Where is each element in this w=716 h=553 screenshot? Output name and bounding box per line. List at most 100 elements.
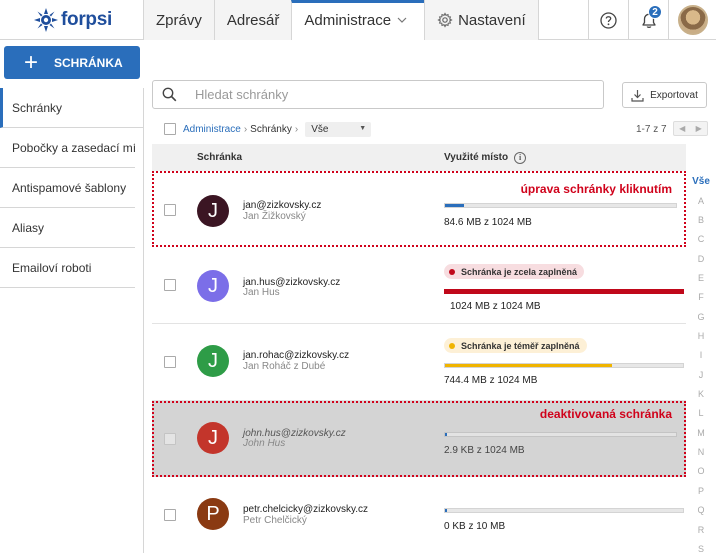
letter-o[interactable]: O [689, 462, 713, 481]
top-bar: forpsi Zprávy Adresář Administrace Nasta… [0, 0, 716, 40]
letter-j[interactable]: J [689, 365, 713, 384]
caret-down-icon: ▼ [359, 124, 367, 132]
export-label: Exportovat [650, 89, 698, 101]
search-box[interactable] [152, 80, 604, 109]
filter-select[interactable]: Vše ▼ [305, 121, 372, 137]
letter-a[interactable]: A [689, 191, 713, 210]
letter-q[interactable]: Q [689, 501, 713, 520]
letter-c[interactable]: C [689, 230, 713, 249]
letter-i[interactable]: I [689, 346, 713, 365]
usage-text: 0 KB z 10 MB [444, 521, 506, 532]
mailbox-email: jan@zizkovsky.cz [243, 200, 322, 211]
search-input[interactable] [195, 87, 575, 102]
breadcrumb-root[interactable]: Administrace [183, 124, 241, 135]
info-icon[interactable]: i [514, 151, 527, 164]
avatar: J [197, 270, 229, 302]
sidebar-item-aliases[interactable]: Aliasy [0, 208, 135, 248]
main-tabs: Zprávy Adresář Administrace Nastavení [143, 0, 539, 40]
row-checkbox[interactable] [164, 509, 176, 521]
sidebar-item-antispam[interactable]: Antispamové šablony [0, 168, 135, 208]
letter-m[interactable]: M [689, 423, 713, 442]
plus-icon: + [24, 48, 39, 76]
select-all-checkbox[interactable] [164, 123, 176, 135]
letter-e[interactable]: E [689, 268, 713, 287]
letter-all[interactable]: Vše [689, 174, 713, 188]
sidebar: Schránky Pobočky a zasedací mís... Antis… [0, 88, 143, 288]
mailbox-owner-name: John Hus [243, 438, 286, 449]
mailbox-email: jan.rohac@zizkovsky.cz [243, 350, 350, 361]
user-menu[interactable] [668, 0, 716, 40]
letter-h[interactable]: H [689, 326, 713, 345]
pager-buttons: ◀ ▶ [673, 121, 708, 136]
letter-d[interactable]: D [689, 249, 713, 268]
top-icons: 2 [588, 0, 716, 40]
export-button[interactable]: Exportovat [622, 82, 707, 108]
sidebar-item-robots[interactable]: Emailoví roboti [0, 248, 135, 288]
sidebar-item-label: Schránky [12, 100, 63, 115]
letter-f[interactable]: F [689, 288, 713, 307]
mailbox-email: petr.chelcicky@zizkovsky.cz [243, 504, 368, 515]
letter-p[interactable]: P [689, 481, 713, 500]
pager-text: 1-7 z 7 [636, 124, 667, 135]
table-header: Schránka Využité místo i [152, 144, 686, 171]
tab-label: Nastavení [458, 11, 526, 29]
chevron-down-icon [397, 15, 412, 26]
row-checkbox[interactable] [164, 204, 176, 216]
sidebar-divider [143, 88, 144, 553]
table-row[interactable]: J jan@zizkovsky.cz Jan Žižkovský úprava … [152, 171, 686, 247]
letter-k[interactable]: K [689, 384, 713, 403]
notification-badge: 2 [648, 5, 662, 19]
help-button[interactable] [588, 0, 628, 40]
status-text: Schránka je zcela zaplněná [461, 266, 578, 277]
sidebar-item-label: Emailoví roboti [12, 260, 92, 275]
tab-administration[interactable]: Administrace [291, 0, 425, 40]
column-header-usage-label: Využité místo [444, 152, 509, 163]
gear-icon [437, 12, 453, 28]
next-page-button[interactable]: ▶ [696, 124, 702, 133]
column-header-usage[interactable]: Využité místo i [444, 151, 527, 164]
usage-text: 1024 MB z 1024 MB [450, 301, 541, 312]
row-checkbox[interactable] [164, 433, 176, 445]
status-text: Schránka je téměř zaplněná [461, 340, 580, 351]
letter-l[interactable]: L [689, 404, 713, 423]
sidebar-item-label: Antispamové šablony [12, 180, 127, 195]
sidebar-item-branches[interactable]: Pobočky a zasedací mís... [0, 128, 135, 168]
usage-bar [444, 203, 677, 208]
tab-settings[interactable]: Nastavení [424, 0, 539, 40]
notifications-button[interactable]: 2 [628, 0, 668, 40]
letter-g[interactable]: G [689, 307, 713, 326]
mailbox-owner-name: Jan Žižkovský [243, 211, 306, 222]
avatar: J [197, 345, 229, 377]
row-checkbox[interactable] [164, 356, 176, 368]
alphabet-index: Vše A B C D E F G H I J K L M N O P Q R … [689, 174, 713, 553]
avatar: P [197, 498, 229, 530]
tab-messages[interactable]: Zprávy [143, 0, 214, 40]
breadcrumb: Administrace › Schránky › Vše ▼ [164, 120, 372, 138]
column-header-mailbox[interactable]: Schránka [197, 152, 242, 163]
forpsi-logo[interactable]: forpsi [34, 4, 114, 36]
mailbox-owner-name: Petr Chelčický [243, 515, 307, 526]
letter-b[interactable]: B [689, 210, 713, 229]
usage-bar-fill [445, 204, 465, 207]
row-checkbox[interactable] [164, 279, 176, 291]
new-mailbox-button[interactable]: + SCHRÁNKA [4, 46, 140, 79]
table-row[interactable]: J john.hus@zizkovsky.cz John Hus deaktiv… [152, 401, 686, 477]
letter-r[interactable]: R [689, 520, 713, 539]
breadcrumb-separator: › [294, 123, 299, 135]
table-row[interactable]: P petr.chelcicky@zizkovsky.cz Petr Chelč… [152, 477, 686, 553]
table-row[interactable]: J jan.rohac@zizkovsky.cz Jan Roháč z Dub… [152, 325, 686, 401]
table-row[interactable]: J jan.hus@zizkovsky.cz Jan Hus Schránka … [152, 248, 686, 324]
letter-s[interactable]: S [689, 539, 713, 553]
sidebar-item-mailboxes[interactable]: Schránky [0, 88, 143, 128]
letter-n[interactable]: N [689, 442, 713, 461]
usage-bar [444, 432, 677, 437]
download-icon [631, 89, 644, 102]
status-badge: Schránka je zcela zaplněná [444, 264, 585, 279]
tab-address-book[interactable]: Adresář [213, 0, 292, 40]
prev-page-button[interactable]: ◀ [679, 124, 685, 133]
annotation-label: úprava schránky kliknutím [520, 182, 672, 196]
status-badge: Schránka je téměř zaplněná [444, 338, 587, 353]
mailbox-owner-name: Jan Hus [243, 287, 280, 298]
usage-bar-fill [445, 433, 448, 436]
user-avatar [677, 5, 708, 35]
